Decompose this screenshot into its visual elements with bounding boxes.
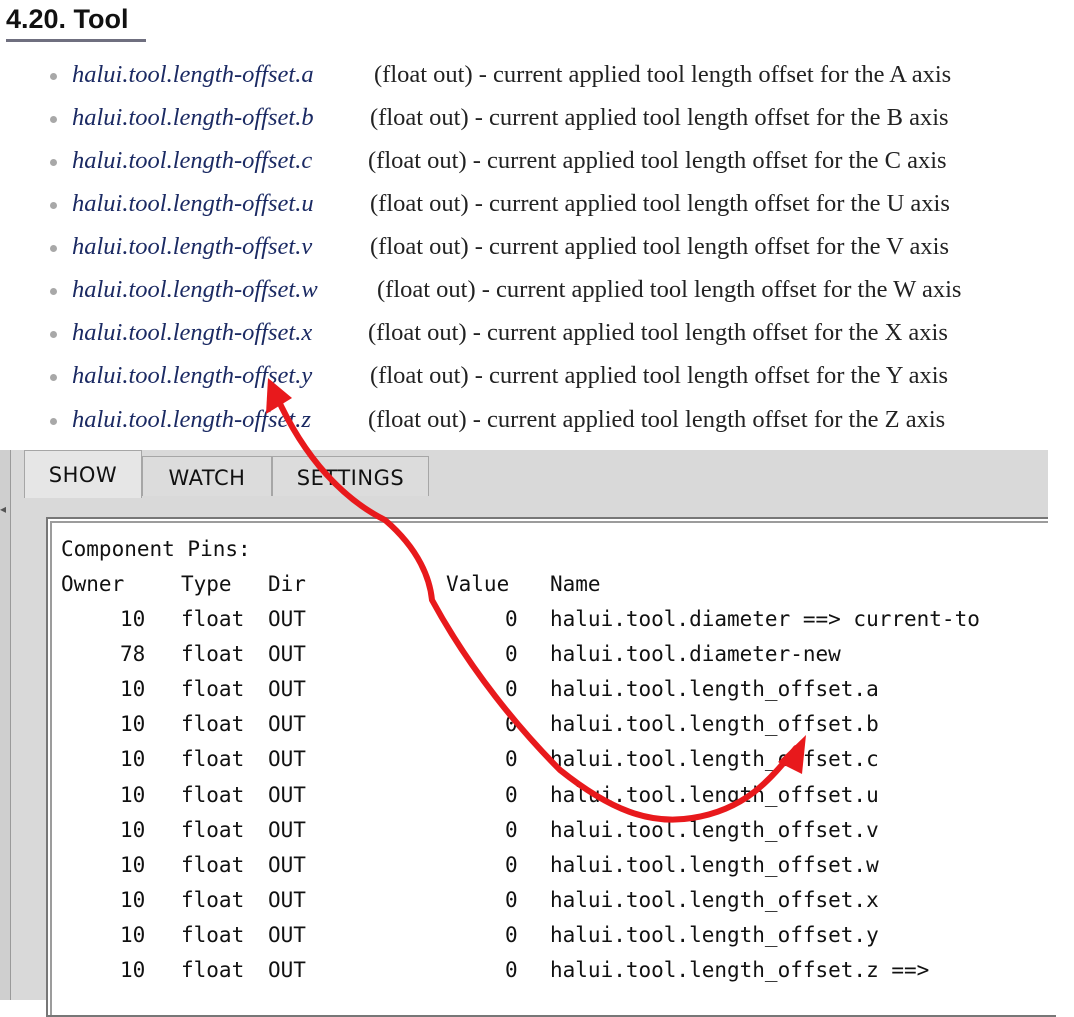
cell-dir: OUT bbox=[268, 747, 306, 772]
pin-link[interactable]: halui.tool.length-offset.v bbox=[72, 232, 312, 262]
right-edge-clip bbox=[1048, 450, 1074, 1000]
cell-owner: 10 bbox=[120, 852, 146, 877]
cell-owner: 10 bbox=[120, 607, 146, 631]
documentation-section: 4.20. Tool halui.tool.length-offset.a (fl… bbox=[0, 0, 1074, 450]
pin-description: (float out) - current applied tool lengt… bbox=[370, 104, 949, 131]
cell-value: 0 bbox=[505, 607, 518, 631]
bullet-icon bbox=[50, 159, 57, 166]
cell-value: 0 bbox=[505, 887, 518, 912]
column-header-value: Value bbox=[446, 572, 510, 596]
pin-description: (float out) - current applied tool lengt… bbox=[370, 190, 950, 217]
cell-name: halui.tool.diameter ==> current-to bbox=[550, 607, 980, 631]
cell-owner: 78 bbox=[120, 642, 146, 667]
cell-name: halui.tool.length_offset.a bbox=[550, 677, 879, 702]
cell-type: float bbox=[181, 782, 245, 807]
cell-name: halui.tool.diameter-new bbox=[550, 642, 841, 667]
cell-value: 0 bbox=[505, 817, 518, 842]
cell-name: halui.tool.length_offset.u bbox=[550, 782, 879, 807]
pin-description: (float out) - current applied tool lengt… bbox=[377, 276, 962, 303]
pin-description: (float out) - current applied tool lengt… bbox=[370, 362, 949, 389]
cell-owner: 10 bbox=[120, 817, 146, 842]
cell-value: 0 bbox=[505, 922, 518, 947]
cell-type: float bbox=[181, 607, 245, 631]
cell-dir: OUT bbox=[268, 887, 306, 912]
tab-settings[interactable]: SETTINGS bbox=[272, 456, 429, 496]
cell-owner: 10 bbox=[120, 958, 146, 982]
bullet-icon bbox=[50, 418, 57, 425]
cell-dir: OUT bbox=[268, 607, 306, 631]
pin-link[interactable]: halui.tool.length-offset.c bbox=[72, 146, 312, 176]
cell-value: 0 bbox=[505, 677, 518, 702]
cell-owner: 10 bbox=[120, 887, 146, 912]
tab-show[interactable]: SHOW bbox=[24, 450, 142, 498]
cell-owner: 10 bbox=[120, 922, 146, 947]
cell-dir: OUT bbox=[268, 642, 306, 667]
cell-type: float bbox=[181, 677, 245, 702]
cell-name: halui.tool.length_offset.x bbox=[550, 887, 879, 912]
pin-description: (float out) - current applied tool lengt… bbox=[370, 233, 950, 260]
pin-description: (float out) - current applied tool lengt… bbox=[374, 61, 952, 88]
cell-type: float bbox=[181, 712, 245, 737]
cell-type: float bbox=[181, 747, 245, 772]
cell-owner: 10 bbox=[120, 782, 146, 807]
pin-link[interactable]: halui.tool.length-offset.b bbox=[72, 103, 314, 133]
cell-type: float bbox=[181, 922, 245, 947]
cell-value: 0 bbox=[505, 712, 518, 737]
bullet-icon bbox=[50, 116, 57, 123]
column-header-dir: Dir bbox=[268, 572, 306, 596]
pin-description: (float out) - current applied tool lengt… bbox=[368, 147, 947, 174]
cell-value: 0 bbox=[505, 852, 518, 877]
cell-name: halui.tool.length_offset.z ==> bbox=[550, 958, 930, 982]
section-title: Component Pins: bbox=[61, 537, 251, 561]
cell-name: halui.tool.length_offset.b bbox=[550, 712, 879, 737]
cell-dir: OUT bbox=[268, 817, 306, 842]
column-header-owner: Owner bbox=[61, 572, 125, 596]
pin-description: (float out) - current applied tool lengt… bbox=[368, 319, 948, 346]
pin-link[interactable]: halui.tool.length-offset.a bbox=[72, 60, 314, 90]
bullet-icon bbox=[50, 245, 57, 252]
halshow-window: ◂ SHOW WATCH SETTINGS Component Pins: Owner… bbox=[0, 450, 1074, 1017]
cell-dir: OUT bbox=[268, 852, 306, 877]
cell-owner: 10 bbox=[120, 712, 146, 737]
cell-value: 0 bbox=[505, 747, 518, 772]
cell-name: halui.tool.length_offset.y bbox=[550, 922, 879, 947]
pin-description: (float out) - current applied tool lengt… bbox=[368, 406, 946, 433]
column-header-name: Name bbox=[550, 572, 601, 596]
cell-dir: OUT bbox=[268, 677, 306, 702]
column-header-type: Type bbox=[181, 572, 232, 596]
show-text-area[interactable]: Component Pins: Owner Type Dir Value Name 10 fl… bbox=[46, 517, 1056, 1017]
left-panel-edge: ◂ bbox=[0, 450, 11, 1000]
cell-owner: 10 bbox=[120, 747, 146, 772]
cell-dir: OUT bbox=[268, 922, 306, 947]
cell-dir: OUT bbox=[268, 782, 306, 807]
cell-type: float bbox=[181, 852, 245, 877]
cell-type: float bbox=[181, 642, 245, 667]
cell-value: 0 bbox=[505, 782, 518, 807]
cell-type: float bbox=[181, 958, 245, 982]
bullet-icon bbox=[50, 202, 57, 209]
section-heading: 4.20. Tool bbox=[6, 4, 129, 34]
cell-name: halui.tool.length_offset.v bbox=[550, 817, 879, 842]
cell-value: 0 bbox=[505, 958, 518, 982]
bullet-icon bbox=[50, 331, 57, 338]
cell-owner: 10 bbox=[120, 677, 146, 702]
cell-value: 0 bbox=[505, 642, 518, 667]
pin-link[interactable]: halui.tool.length-offset.w bbox=[72, 275, 318, 305]
pin-link[interactable]: halui.tool.length-offset.x bbox=[72, 318, 312, 348]
heading-underline bbox=[6, 39, 146, 42]
cell-dir: OUT bbox=[268, 958, 306, 982]
cell-name: halui.tool.length_offset.c bbox=[550, 747, 879, 772]
bullet-icon bbox=[50, 73, 57, 80]
bullet-icon bbox=[50, 374, 57, 381]
cell-type: float bbox=[181, 887, 245, 912]
bullet-icon bbox=[50, 288, 57, 295]
cell-name: halui.tool.length_offset.w bbox=[550, 852, 879, 877]
collapse-arrow-icon[interactable]: ◂ bbox=[0, 502, 6, 516]
pin-link[interactable]: halui.tool.length-offset.y bbox=[72, 361, 312, 391]
pin-link[interactable]: halui.tool.length-offset.u bbox=[72, 189, 314, 219]
cell-dir: OUT bbox=[268, 712, 306, 737]
pin-link[interactable]: halui.tool.length-offset.z bbox=[72, 405, 311, 435]
tab-watch[interactable]: WATCH bbox=[142, 456, 272, 496]
cell-type: float bbox=[181, 817, 245, 842]
